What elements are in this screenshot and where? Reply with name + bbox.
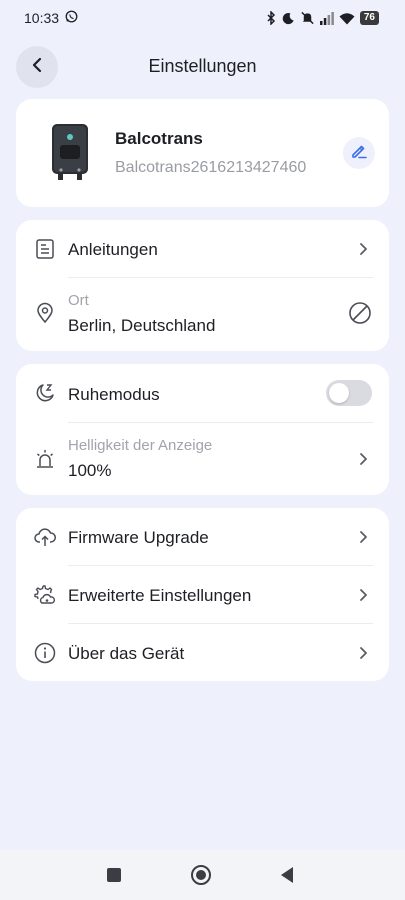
bluetooth-icon — [266, 11, 277, 25]
status-bar: 10:33 76 — [0, 0, 405, 36]
advanced-settings-row[interactable]: Erweiterte Einstellungen — [16, 566, 389, 623]
advanced-settings-label: Erweiterte Einstellungen — [68, 586, 252, 605]
sleep-mode-row: Ruhemodus — [16, 364, 389, 422]
moon-z-icon — [34, 382, 56, 404]
settings-group-display: Ruhemodus Helligkeit der Anzeige 100% — [16, 364, 389, 495]
brightness-value: 100% — [68, 461, 112, 480]
chevron-right-icon — [357, 242, 369, 256]
battery-indicator: 76 — [359, 11, 379, 25]
firmware-row[interactable]: Firmware Upgrade — [16, 508, 389, 565]
manual-label: Anleitungen — [68, 240, 158, 259]
brightness-row[interactable]: Helligkeit der Anzeige 100% — [16, 423, 389, 495]
location-label: Ort — [68, 292, 89, 309]
map-pin-icon — [34, 302, 56, 324]
page-title: Einstellungen — [148, 56, 257, 76]
gear-cloud-icon — [34, 584, 56, 606]
device-image — [50, 123, 90, 181]
edit-device-button[interactable] — [343, 137, 375, 169]
about-device-row[interactable]: Über das Gerät — [16, 624, 389, 681]
system-nav-bar — [0, 850, 405, 900]
home-button[interactable] — [190, 864, 212, 891]
whatsapp-icon — [65, 10, 78, 26]
alarm-light-icon — [34, 448, 56, 470]
chevron-right-icon — [357, 530, 369, 544]
header: Einstellungen — [0, 44, 405, 90]
settings-group-general: Anleitungen Ort Berlin, Deutschland — [16, 220, 389, 351]
location-row[interactable]: Ort Berlin, Deutschland — [16, 278, 389, 351]
about-device-label: Über das Gerät — [68, 644, 185, 663]
back-nav-button[interactable] — [279, 866, 295, 889]
signal-icon — [319, 11, 334, 25]
chevron-right-icon — [357, 588, 369, 602]
status-time: 10:33 — [24, 10, 60, 26]
brightness-label: Helligkeit der Anzeige — [68, 437, 213, 454]
pencil-icon — [350, 142, 368, 165]
settings-group-device: Firmware Upgrade Erweiterte Einstellunge… — [16, 508, 389, 681]
mute-icon — [300, 11, 315, 25]
toggle-knob — [329, 383, 349, 403]
recent-apps-button[interactable] — [106, 867, 122, 888]
firmware-label: Firmware Upgrade — [68, 528, 209, 547]
manual-row[interactable]: Anleitungen — [16, 220, 389, 277]
device-name: Balcotrans — [115, 129, 203, 148]
sleep-mode-label: Ruhemodus — [68, 385, 160, 404]
chevron-right-icon — [357, 452, 369, 466]
wifi-icon — [339, 12, 355, 25]
do-not-disturb-icon — [282, 12, 295, 25]
sleep-mode-toggle[interactable] — [326, 380, 372, 406]
device-card: Balcotrans Balcotrans2616213427460 — [16, 99, 389, 207]
document-icon — [34, 238, 56, 260]
cloud-upload-icon — [34, 526, 56, 548]
info-icon — [34, 642, 56, 664]
device-serial: Balcotrans2616213427460 — [115, 159, 307, 176]
location-value: Berlin, Deutschland — [68, 316, 216, 335]
chevron-right-icon — [357, 646, 369, 660]
prohibit-icon[interactable] — [348, 301, 372, 330]
